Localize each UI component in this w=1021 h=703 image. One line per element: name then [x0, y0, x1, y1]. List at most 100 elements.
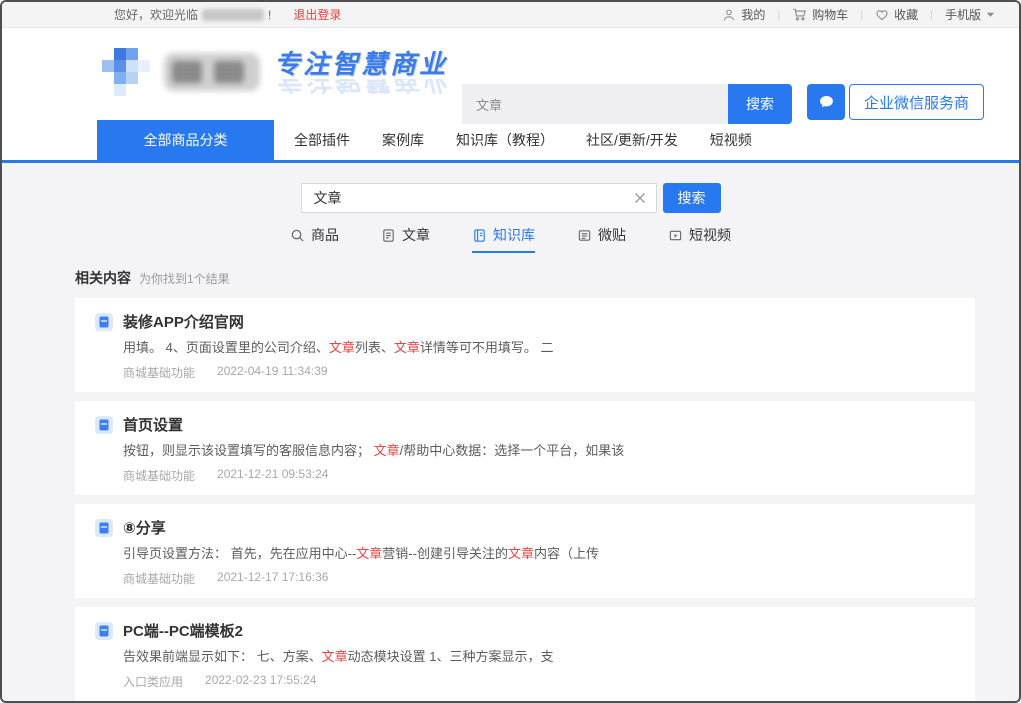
result-date: 2021-12-21 09:53:24 — [217, 467, 328, 484]
result-description: 用填。 4、页面设置里的公司介绍、文章列表、文章详情等可不用填写。 二 — [123, 339, 955, 357]
video-icon — [668, 228, 683, 243]
description-text: 详情等可不用填写。 二 — [420, 340, 554, 355]
nav-item[interactable]: 知识库（教程） — [456, 130, 554, 150]
logout-link[interactable]: 退出登录 — [293, 6, 341, 23]
highlighted-keyword: 文章 — [329, 340, 355, 355]
main-search-box — [301, 183, 657, 213]
result-item[interactable]: 首页设置按钮，则显示该设置填写的客服信息内容； 文章/帮助中心数据：选择一个平台… — [75, 401, 975, 495]
header-search-input[interactable] — [462, 84, 728, 124]
doc-icon — [95, 622, 113, 640]
wecom-service-label: 企业微信服务商 — [849, 84, 984, 120]
topbar-link-user[interactable]: 我的 — [722, 6, 765, 23]
search-icon — [290, 228, 305, 243]
description-text: 按钮，则显示该设置填写的客服信息内容； — [123, 443, 374, 458]
browser-window: 您好，欢迎光临 ! 退出登录 我的 | 购物车 | 收藏 | 手机版 专注智慧商业 专注智慧… — [0, 0, 1021, 703]
description-text: 营销--创建引导关注的 — [382, 546, 508, 561]
main-search-input[interactable] — [301, 183, 657, 213]
results-count: 为你找到1个结果 — [139, 270, 230, 287]
result-category: 商城基础功能 — [123, 467, 195, 484]
results-header: 相关内容 为你找到1个结果 — [75, 268, 975, 288]
blurred-store-name — [202, 9, 264, 21]
tab-article[interactable]: 文章 — [381, 225, 430, 253]
results-title: 相关内容 — [75, 268, 131, 288]
result-meta: 商城基础功能 2021-12-17 17:16:36 — [123, 570, 955, 587]
nav-items: 全部插件 案例库 知识库（教程） 社区/更新/开发 短视频 — [294, 120, 752, 160]
result-item[interactable]: 装修APP介绍官网用填。 4、页面设置里的公司介绍、文章列表、文章详情等可不用填… — [75, 298, 975, 392]
topbar-link-heart[interactable]: 收藏 — [875, 6, 918, 23]
topbar-link-label: 收藏 — [894, 6, 918, 23]
tab-search[interactable]: 商品 — [290, 225, 339, 253]
result-title-row: ⑧分享 — [95, 517, 955, 538]
result-meta: 商城基础功能 2021-12-21 09:53:24 — [123, 467, 955, 484]
blurred-logo-text — [164, 53, 260, 91]
result-title-row: 装修APP介绍官网 — [95, 311, 955, 332]
tab-knowledge[interactable]: 知识库 — [472, 225, 535, 253]
header-search: 搜索 — [462, 84, 792, 124]
tab-label: 商品 — [311, 225, 339, 245]
description-text: 用填。 4、页面设置里的公司介绍、 — [123, 340, 329, 355]
knowledge-icon — [472, 228, 487, 243]
result-description: 按钮，则显示该设置填写的客服信息内容； 文章/帮助中心数据：选择一个平台，如果该 — [123, 442, 955, 460]
result-meta: 入口类应用2022-02-23 17:55:24 — [123, 673, 955, 690]
logo[interactable]: 专注智慧商业 专注智慧商业 — [102, 48, 448, 96]
clear-search-icon[interactable] — [633, 191, 647, 205]
top-bar: 您好，欢迎光临 ! 退出登录 我的 | 购物车 | 收藏 | 手机版 — [2, 2, 1019, 28]
result-title: PC端--PC端模板2 — [123, 620, 243, 641]
wecom-service-button[interactable]: 企业微信服务商 — [807, 84, 984, 120]
tab-label: 文章 — [402, 225, 430, 245]
result-title: 首页设置 — [123, 414, 183, 435]
description-text: 列表、 — [355, 340, 394, 355]
brand-slogan: 专注智慧商业 — [274, 51, 448, 77]
greeting-prefix: 您好，欢迎光临 — [114, 6, 198, 23]
highlighted-keyword: 文章 — [394, 340, 420, 355]
description-text: /帮助中心数据：选择一个平台，如果该 — [400, 443, 625, 458]
result-item[interactable]: ⑧分享引导页设置方法： 首先，先在应用中心--文章营销--创建引导关注的文章内容… — [75, 504, 975, 598]
description-text: 动态模块设置 1、三种方案显示，支 — [348, 649, 554, 664]
nav-item[interactable]: 短视频 — [710, 130, 752, 150]
highlighted-keyword: 文章 — [374, 443, 400, 458]
tab-label: 微贴 — [598, 225, 626, 245]
nav-item[interactable]: 案例库 — [382, 130, 424, 150]
highlighted-keyword: 文章 — [322, 649, 348, 664]
main-nav: 全部商品分类 全部插件 案例库 知识库（教程） 社区/更新/开发 短视频 — [2, 120, 1019, 163]
user-icon — [722, 8, 736, 22]
main-search-button[interactable]: 搜索 — [663, 183, 721, 213]
topbar-link-cart[interactable]: 购物车 — [792, 6, 848, 23]
topbar-link-label: 我的 — [741, 6, 765, 23]
brand-slogan-reflection: 专注智慧商业 — [274, 79, 448, 94]
doc-icon — [95, 416, 113, 434]
greeting-suffix: ! — [268, 8, 271, 22]
description-text: 告效果前端显示如下： 七、方案、 — [123, 649, 322, 664]
doc-icon — [95, 313, 113, 331]
main-content: 搜索 商品文章知识库微贴短视频 相关内容 为你找到1个结果 装修APP介绍官网用… — [2, 163, 1019, 701]
divider: | — [930, 9, 933, 21]
all-categories-button[interactable]: 全部商品分类 — [97, 120, 274, 160]
result-title-row: PC端--PC端模板2 — [95, 620, 955, 641]
result-title: 装修APP介绍官网 — [123, 311, 244, 332]
slogan-wrap: 专注智慧商业 专注智慧商业 — [274, 51, 448, 94]
header-search-button[interactable]: 搜索 — [728, 84, 792, 124]
result-title-row: 首页设置 — [95, 414, 955, 435]
result-category: 商城基础功能 — [123, 364, 195, 381]
search-section: 搜索 — [2, 183, 1019, 213]
result-description: 告效果前端显示如下： 七、方案、文章动态模块设置 1、三种方案显示，支 — [123, 648, 955, 666]
pixelated-logo-mark — [102, 48, 150, 96]
result-meta: 商城基础功能2022-04-19 11:34:39 — [123, 364, 955, 381]
article-icon — [381, 228, 396, 243]
cart-icon — [792, 7, 807, 22]
topbar-link-label: 购物车 — [812, 6, 848, 23]
greeting-text: 您好，欢迎光临 ! — [114, 6, 271, 23]
result-date: 2021-12-17 17:16:36 — [217, 570, 328, 587]
highlighted-keyword: 文章 — [508, 546, 534, 561]
tab-video[interactable]: 短视频 — [668, 225, 731, 253]
result-category: 商城基础功能 — [123, 570, 195, 587]
tab-label: 短视频 — [689, 225, 731, 245]
results-list: 装修APP介绍官网用填。 4、页面设置里的公司介绍、文章列表、文章详情等可不用填… — [75, 298, 975, 701]
nav-item[interactable]: 全部插件 — [294, 130, 350, 150]
topbar-link-chevron-down[interactable]: 手机版 — [945, 6, 995, 23]
result-item[interactable]: PC端--PC端模板2 告效果前端显示如下： 七、方案、文章动态模块设置 1、三种… — [75, 607, 975, 701]
divider: | — [777, 9, 780, 21]
tab-post[interactable]: 微贴 — [577, 225, 626, 253]
divider: | — [860, 9, 863, 21]
nav-item[interactable]: 社区/更新/开发 — [586, 130, 678, 150]
